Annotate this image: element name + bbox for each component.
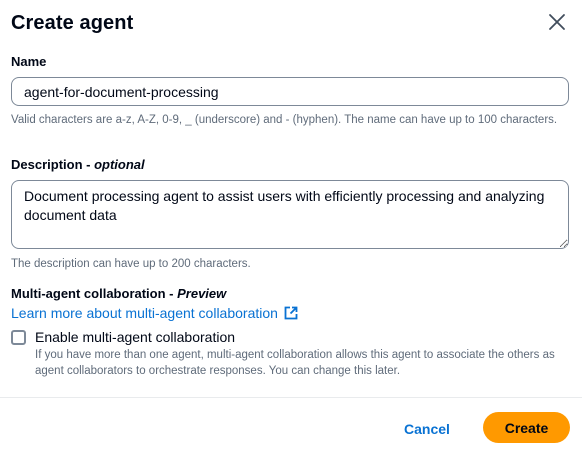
create-agent-dialog: Create agent Name Valid characters are a… (0, 0, 582, 451)
footer-divider (0, 397, 582, 398)
name-label: Name (11, 54, 47, 69)
name-input[interactable] (11, 77, 569, 106)
enable-collaboration-label: Enable multi-agent collaboration (35, 329, 236, 345)
enable-collaboration-description: If you have more than one agent, multi-a… (35, 349, 555, 377)
enable-collaboration-checkbox[interactable] (11, 330, 26, 345)
create-button[interactable]: Create (483, 412, 570, 443)
name-hint: Valid characters are a-z, A-Z, 0-9, _ (u… (11, 114, 558, 126)
cancel-button[interactable]: Cancel (392, 414, 462, 444)
description-hint: The description can have up to 200 chara… (11, 258, 251, 270)
collaboration-label-text: Multi-agent collaboration - (11, 286, 178, 301)
learn-more-link-text: Learn more about multi-agent collaborati… (11, 305, 278, 321)
collaboration-label: Multi-agent collaboration - Preview (11, 286, 226, 301)
optional-tag: optional (94, 157, 145, 172)
dialog-title: Create agent (11, 12, 134, 34)
learn-more-link[interactable]: Learn more about multi-agent collaborati… (11, 305, 298, 321)
preview-tag: Preview (177, 286, 227, 301)
external-link-icon (284, 306, 298, 320)
description-input[interactable]: Document processing agent to assist user… (11, 180, 569, 249)
close-icon (548, 13, 566, 36)
description-label-text: Description - (11, 157, 95, 172)
description-label: Description - optional (11, 157, 145, 172)
close-button[interactable] (544, 11, 570, 37)
